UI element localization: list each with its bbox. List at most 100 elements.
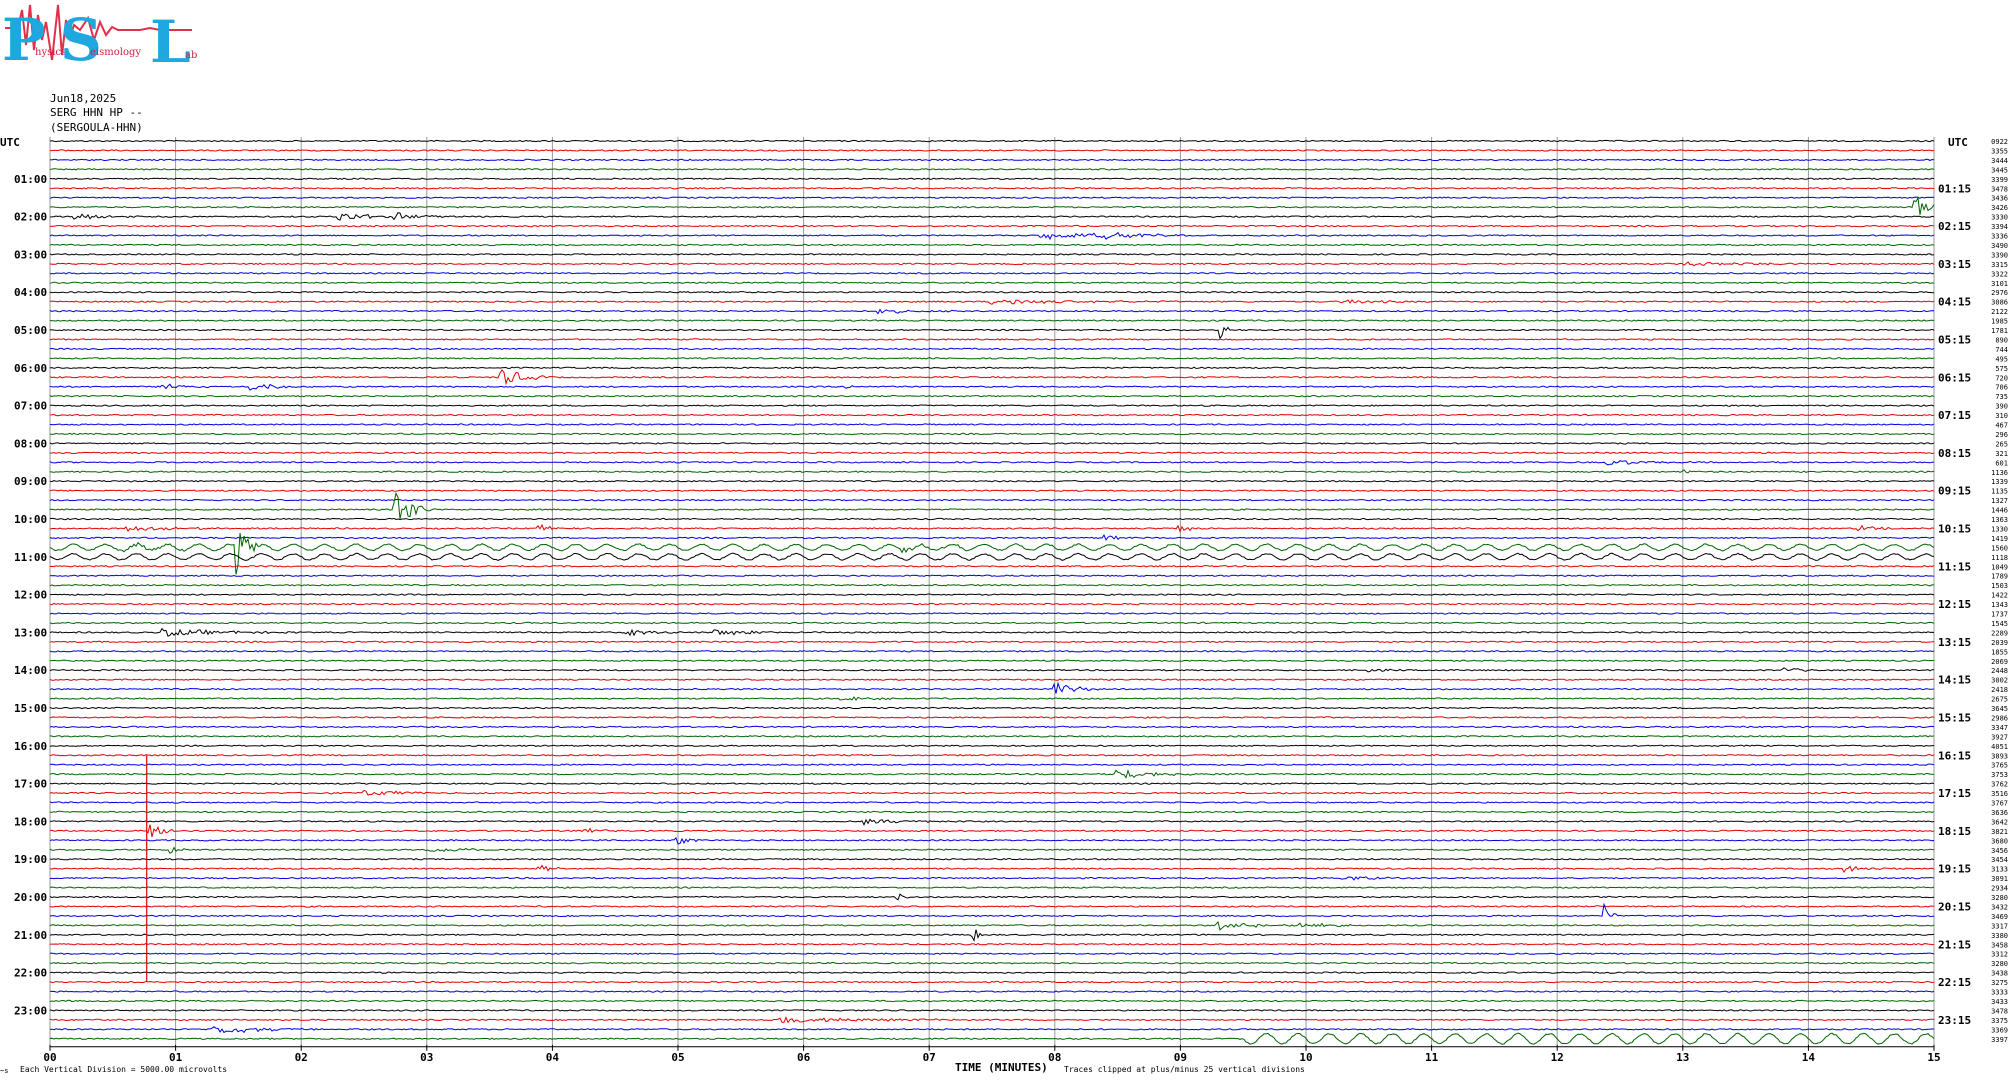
trace-48 xyxy=(49,593,1935,596)
trace-38 xyxy=(49,498,1935,502)
trace-50 xyxy=(49,612,1935,615)
trace-18 xyxy=(49,308,1935,315)
trace-value: 1781 xyxy=(1991,327,2008,335)
trace-60 xyxy=(49,706,1935,710)
x-tick-label: 15 xyxy=(1927,1051,1940,1064)
trace-45 xyxy=(49,565,1935,568)
trace-value: 1135 xyxy=(1991,488,2008,496)
seismic-traces xyxy=(49,139,1935,1045)
left-hour-label: 18:00 xyxy=(14,815,47,828)
trace-value: 3927 xyxy=(1991,733,2008,741)
trace-value: 1049 xyxy=(1991,563,2008,571)
x-tick-label: 08 xyxy=(1048,1051,1061,1064)
trace-52 xyxy=(49,627,1935,637)
trace-1 xyxy=(50,149,1935,152)
trace-value: 1136 xyxy=(1991,469,2008,477)
logo-word-l: ab xyxy=(185,50,197,61)
trace-value: 3426 xyxy=(1991,204,2008,212)
x-tick-label: 05 xyxy=(671,1051,684,1064)
trace-74 xyxy=(49,836,1935,845)
trace-value: 1560 xyxy=(1991,544,2008,552)
trace-66 xyxy=(49,763,1935,766)
trace-values: 0922335534443445339934783436342633303394… xyxy=(1991,138,2008,1044)
right-hour-label: 19:15 xyxy=(1938,863,1971,876)
trace-value: 3454 xyxy=(1991,856,2008,864)
right-hour-label: 09:15 xyxy=(1938,485,1971,498)
trace-value: 1985 xyxy=(1991,318,2008,326)
left-hour-label: 04:00 xyxy=(14,286,47,299)
trace-7 xyxy=(49,196,1935,215)
trace-56 xyxy=(49,667,1934,673)
trace-47 xyxy=(49,583,1935,587)
trace-value: 3280 xyxy=(1991,894,2008,902)
trace-15 xyxy=(49,281,1934,284)
trace-92 xyxy=(49,1009,1935,1012)
trace-value: 3893 xyxy=(1991,752,2008,760)
trace-value: 3390 xyxy=(1991,251,2008,259)
trace-73 xyxy=(49,824,1935,838)
right-hour-label: 17:15 xyxy=(1938,787,1971,800)
trace-value: 3280 xyxy=(1991,960,2008,968)
trace-value: 1339 xyxy=(1991,478,2008,486)
right-hour-label: 20:15 xyxy=(1938,900,1971,913)
trace-value: 1789 xyxy=(1991,573,2008,581)
trace-42 xyxy=(49,534,1935,541)
x-tick-label: 01 xyxy=(169,1051,183,1064)
trace-value: 3002 xyxy=(1991,677,2008,685)
trace-value: 265 xyxy=(1995,440,2008,448)
trace-value: 575 xyxy=(1995,365,2008,373)
trace-value: 1446 xyxy=(1991,507,2008,515)
trace-value: 706 xyxy=(1995,384,2008,392)
trace-value: 3433 xyxy=(1991,998,2008,1006)
trace-44 xyxy=(49,552,1935,561)
trace-57 xyxy=(49,678,1935,681)
trace-86 xyxy=(49,952,1935,955)
trace-value: 390 xyxy=(1995,403,2008,411)
trace-value: 3458 xyxy=(1991,941,2008,949)
left-hour-label: 11:00 xyxy=(14,551,47,564)
x-tick-label: 00 xyxy=(43,1051,56,1064)
x-tick-label: 04 xyxy=(546,1051,560,1064)
trace-value: 3101 xyxy=(1991,280,2008,288)
left-hour-label: 01:00 xyxy=(14,173,47,186)
trace-value: 2976 xyxy=(1991,289,2008,297)
right-hour-label: 21:15 xyxy=(1938,938,1971,951)
trace-58 xyxy=(49,681,1935,694)
trace-85 xyxy=(49,943,1935,946)
trace-value: 3490 xyxy=(1991,242,2008,250)
trace-value: 3397 xyxy=(1991,1036,2008,1044)
trace-41 xyxy=(49,523,1935,533)
trace-value: 3333 xyxy=(1991,989,2008,997)
trace-value: 1737 xyxy=(1991,611,2008,619)
left-hour-label: 13:00 xyxy=(14,626,47,639)
trace-value: 3091 xyxy=(1991,875,2008,883)
trace-19 xyxy=(49,319,1935,322)
trace-43 xyxy=(49,532,1935,575)
trace-6 xyxy=(49,196,1935,199)
trace-value: 3765 xyxy=(1991,762,2008,770)
trace-55 xyxy=(49,659,1935,662)
trace-value: 1419 xyxy=(1991,535,2008,543)
logo-letter-s: S xyxy=(60,6,102,74)
left-hour-label: 09:00 xyxy=(14,475,47,488)
trace-value: 3322 xyxy=(1991,270,2008,278)
trace-69 xyxy=(49,789,1935,796)
trace-31 xyxy=(49,432,1935,436)
psl-logo: P hysics S eismology L ab xyxy=(2,4,197,76)
left-hour-label: 19:00 xyxy=(14,853,47,866)
trace-11 xyxy=(49,243,1935,247)
x-tick-label: 03 xyxy=(420,1051,433,1064)
trace-27 xyxy=(49,394,1935,398)
trace-20 xyxy=(49,326,1935,340)
trace-72 xyxy=(49,818,1935,827)
logo-letter-l: L xyxy=(150,8,191,76)
trace-8 xyxy=(49,212,1935,221)
header-date: Jun18,2025 xyxy=(50,92,116,105)
trace-78 xyxy=(49,876,1935,881)
trace-value: 601 xyxy=(1995,459,2008,467)
trace-value: 3394 xyxy=(1991,223,2008,231)
trace-37 xyxy=(49,489,1935,492)
trace-value: 3133 xyxy=(1991,866,2008,874)
trace-value: 3753 xyxy=(1991,771,2008,779)
x-tick-label: 07 xyxy=(923,1051,936,1064)
